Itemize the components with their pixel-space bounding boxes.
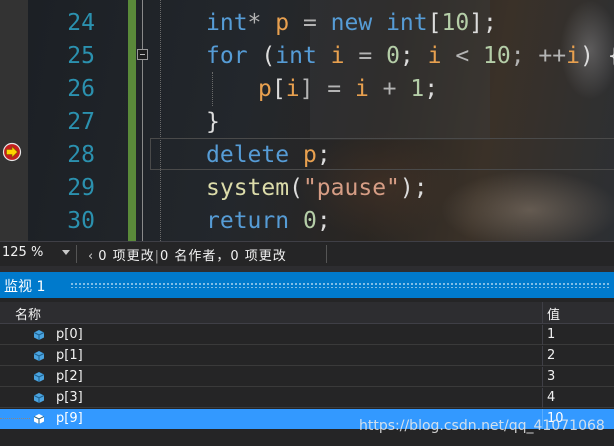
- column-divider: [542, 325, 543, 345]
- line-number: 29: [67, 175, 95, 201]
- chevron-left-icon[interactable]: ‹: [88, 249, 94, 264]
- line-number: 25: [67, 43, 95, 69]
- divider: [76, 245, 77, 263]
- code-line-28[interactable]: delete p;: [206, 139, 331, 172]
- watch-row-name: p[0]: [56, 327, 83, 342]
- authors-changes[interactable]: 0 名作者，0 项更改: [160, 249, 287, 264]
- watch-title-bar[interactable]: 监视 1: [0, 272, 614, 298]
- field-cube-icon: [33, 351, 45, 361]
- field-cube-icon: [33, 393, 45, 403]
- collapse-toggle-icon[interactable]: [137, 49, 148, 60]
- watch-row-name: p[3]: [56, 390, 83, 405]
- column-divider: [542, 388, 543, 408]
- line-number: 24: [67, 10, 95, 36]
- column-header-value[interactable]: 值: [547, 304, 560, 323]
- watch-row-name: p[1]: [56, 348, 83, 363]
- watermark: https://blog.csdn.net/qq_41071068: [359, 418, 605, 434]
- watch-row-name: p[9]: [56, 411, 83, 426]
- watch-row-value[interactable]: 3: [547, 369, 555, 384]
- row-tree-line: [0, 418, 30, 420]
- field-cube-icon: [33, 330, 45, 340]
- watch-title: 监视 1: [4, 279, 46, 295]
- drag-grip[interactable]: [70, 282, 610, 288]
- outline-line: [142, 0, 143, 241]
- changes-count[interactable]: 0 项更改: [98, 249, 154, 264]
- zoom-level[interactable]: 125 %: [2, 245, 43, 260]
- column-divider: [542, 367, 543, 387]
- indent-guide: [212, 72, 213, 106]
- indicator-margin[interactable]: [0, 0, 28, 241]
- code-line-26[interactable]: p[i] = i + 1;: [258, 73, 438, 106]
- watch-row-value[interactable]: 4: [547, 390, 555, 405]
- watch-row[interactable]: p[3] 4: [0, 388, 614, 408]
- code-line-27[interactable]: }: [206, 106, 220, 139]
- column-header-name[interactable]: 名称: [15, 304, 41, 323]
- watch-row-name: p[2]: [56, 369, 83, 384]
- zoom-dropdown-arrow-icon[interactable]: [62, 250, 70, 255]
- line-number: 30: [67, 208, 95, 234]
- watch-row[interactable]: p[2] 3: [0, 367, 614, 387]
- field-cube-icon: [33, 372, 45, 382]
- code-editor[interactable]: 24 25 26 27 28 29 30 int* p = new int[10…: [0, 0, 614, 241]
- watch-row[interactable]: p[0] 1: [0, 325, 614, 345]
- watch-row-value[interactable]: 1: [547, 327, 555, 342]
- current-statement-arrow-icon: [2, 142, 22, 162]
- line-number: 28: [67, 142, 95, 168]
- code-line-29[interactable]: system("pause");: [206, 172, 428, 205]
- field-cube-icon: [33, 414, 45, 424]
- code-line-30[interactable]: return 0;: [206, 205, 331, 238]
- code-line-24[interactable]: int* p = new int[10];: [206, 7, 497, 40]
- indent-guide: [160, 0, 161, 241]
- codelens-changes[interactable]: ‹ 0 项更改|0 名作者，0 项更改: [88, 245, 287, 264]
- background-image-highlight: [440, 170, 614, 241]
- divider: [326, 245, 327, 263]
- watch-row-value[interactable]: 2: [547, 348, 555, 363]
- column-resize-handle[interactable]: [542, 302, 543, 324]
- line-number: 27: [67, 109, 95, 135]
- watch-column-header: 名称 值: [0, 302, 614, 324]
- change-tracking-bar: [128, 0, 136, 241]
- editor-status-strip: 125 % ‹ 0 项更改|0 名作者，0 项更改: [0, 241, 614, 266]
- watch-row[interactable]: p[1] 2: [0, 346, 614, 366]
- code-line-25[interactable]: for (int i = 0; i < 10; ++i) {: [206, 40, 614, 73]
- column-divider: [542, 346, 543, 366]
- line-number: 26: [67, 76, 95, 102]
